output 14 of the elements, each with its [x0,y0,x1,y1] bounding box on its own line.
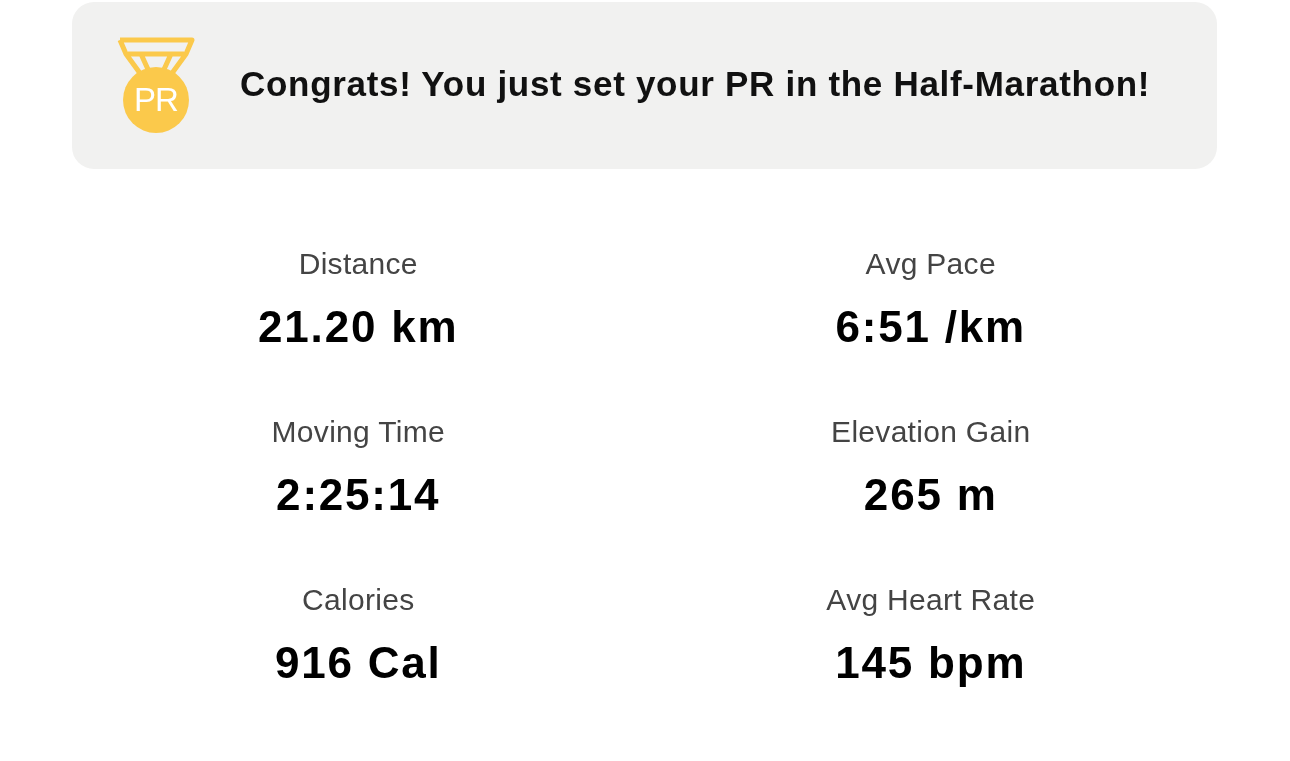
stat-label: Avg Pace [865,246,996,282]
stat-label: Calories [302,582,415,618]
pr-medal: PR [123,66,189,133]
stat-value: 265 m [863,471,998,519]
stat-value: 916 Cal [274,639,442,687]
stat-value: 6:51 /km [835,303,1026,351]
stat-label: Distance [298,246,418,282]
stat-label: Moving Time [271,414,445,450]
stat-value: 2:25:14 [276,471,441,519]
congrats-message: Congrats! You just set your PR in the Half-Marathon! [240,63,1151,104]
stat-value: 21.20 km [258,303,459,351]
stat-label: Avg Heart Rate [826,582,1036,618]
stat-value: 145 bpm [835,639,1027,687]
stat-label: Elevation Gain [831,414,1031,450]
